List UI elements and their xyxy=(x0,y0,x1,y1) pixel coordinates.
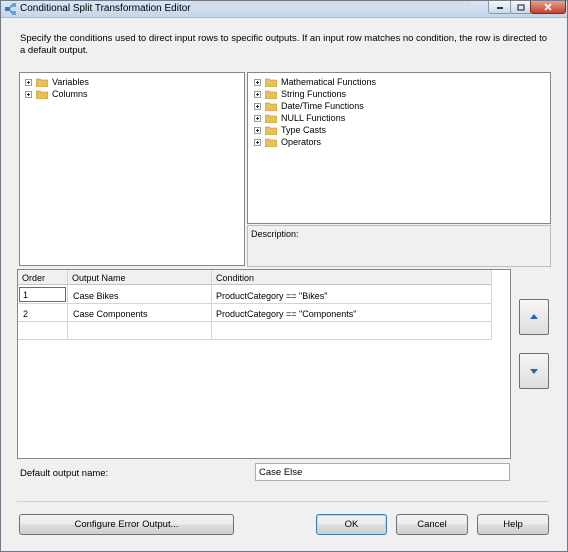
column-divider xyxy=(211,285,212,339)
maximize-button[interactable] xyxy=(510,1,532,14)
cell-output-name[interactable]: Case Components xyxy=(73,309,148,319)
expand-icon[interactable] xyxy=(254,114,261,122)
close-button[interactable] xyxy=(530,1,566,14)
minimize-button[interactable] xyxy=(488,1,512,14)
arrow-down-icon xyxy=(530,369,538,374)
minimize-icon xyxy=(497,7,503,9)
tree-item-columns[interactable]: Columns xyxy=(25,88,88,100)
expand-icon[interactable] xyxy=(254,138,261,146)
folder-icon xyxy=(265,126,277,135)
description-box: Description: xyxy=(247,225,551,267)
row-divider xyxy=(18,339,492,340)
tree-item-datetime-functions[interactable]: Date/Time Functions xyxy=(254,100,364,112)
cell-condition[interactable]: ProductCategory == "Bikes" xyxy=(216,291,327,301)
tree-item-label: Mathematical Functions xyxy=(281,77,377,87)
tree-item-label: NULL Functions xyxy=(281,113,346,123)
conditions-grid[interactable]: Order Output Name Condition 1 Case Bikes… xyxy=(17,269,511,459)
cell-condition[interactable]: ProductCategory == "Components" xyxy=(216,309,356,319)
row-divider xyxy=(18,321,492,322)
dialog-window: Conditional Split Transformation Editor … xyxy=(0,0,568,552)
default-output-name-field[interactable]: Case Else xyxy=(255,463,510,481)
functions-tree-panel[interactable]: Mathematical Functions String Functions … xyxy=(247,72,551,224)
tree-item-mathematical-functions[interactable]: Mathematical Functions xyxy=(254,76,376,88)
arrow-up-icon xyxy=(530,314,538,319)
folder-icon xyxy=(265,114,277,123)
cell-order[interactable]: 1 xyxy=(19,287,66,302)
title-bar-background-fragment xyxy=(191,1,471,6)
expand-icon[interactable] xyxy=(254,126,261,134)
cell-output-name[interactable]: Case Bikes xyxy=(73,291,119,301)
column-header-order[interactable]: Order xyxy=(18,270,68,285)
split-transform-icon xyxy=(5,3,16,15)
folder-icon xyxy=(36,78,48,87)
tree-item-label: Columns xyxy=(52,89,88,99)
description-label: Description: xyxy=(251,229,299,239)
expand-icon[interactable] xyxy=(25,90,32,98)
folder-icon xyxy=(265,90,277,99)
close-icon xyxy=(544,3,552,11)
tree-item-operators[interactable]: Operators xyxy=(254,136,321,148)
ok-button[interactable]: OK xyxy=(316,514,387,535)
tree-item-label: Variables xyxy=(52,77,89,87)
tree-item-type-casts[interactable]: Type Casts xyxy=(254,124,326,136)
configure-error-output-button[interactable]: Configure Error Output... xyxy=(19,514,234,535)
folder-icon xyxy=(265,102,277,111)
row-divider xyxy=(18,303,492,304)
move-up-button[interactable] xyxy=(519,299,549,335)
folder-icon xyxy=(265,78,277,87)
tree-item-string-functions[interactable]: String Functions xyxy=(254,88,346,100)
columns-tree-panel[interactable]: Variables Columns xyxy=(19,72,245,266)
tree-item-label: Date/Time Functions xyxy=(281,101,364,111)
expand-icon[interactable] xyxy=(254,102,261,110)
tree-item-label: Type Casts xyxy=(281,125,327,135)
maximize-icon xyxy=(517,3,525,11)
folder-icon xyxy=(36,90,48,99)
folder-icon xyxy=(265,138,277,147)
cell-order[interactable]: 2 xyxy=(23,309,28,319)
divider xyxy=(17,501,549,502)
column-header-condition[interactable]: Condition xyxy=(212,270,492,285)
instructions-text: Specify the conditions used to direct in… xyxy=(20,33,548,56)
window-title: Conditional Split Transformation Editor xyxy=(20,3,191,14)
help-button[interactable]: Help xyxy=(477,514,549,535)
title-bar: Conditional Split Transformation Editor xyxy=(1,1,567,18)
cancel-button[interactable]: Cancel xyxy=(396,514,468,535)
tree-item-label: Operators xyxy=(281,137,322,147)
expand-icon[interactable] xyxy=(254,90,261,98)
expand-icon[interactable] xyxy=(25,78,32,86)
column-divider xyxy=(491,285,492,339)
tree-item-null-functions[interactable]: NULL Functions xyxy=(254,112,345,124)
tree-item-label: String Functions xyxy=(281,89,347,99)
default-output-label: Default output name: xyxy=(20,468,109,479)
column-header-output-name[interactable]: Output Name xyxy=(68,270,212,285)
tree-item-variables[interactable]: Variables xyxy=(25,76,89,88)
move-down-button[interactable] xyxy=(519,353,549,389)
expand-icon[interactable] xyxy=(254,78,261,86)
column-divider xyxy=(67,285,68,339)
